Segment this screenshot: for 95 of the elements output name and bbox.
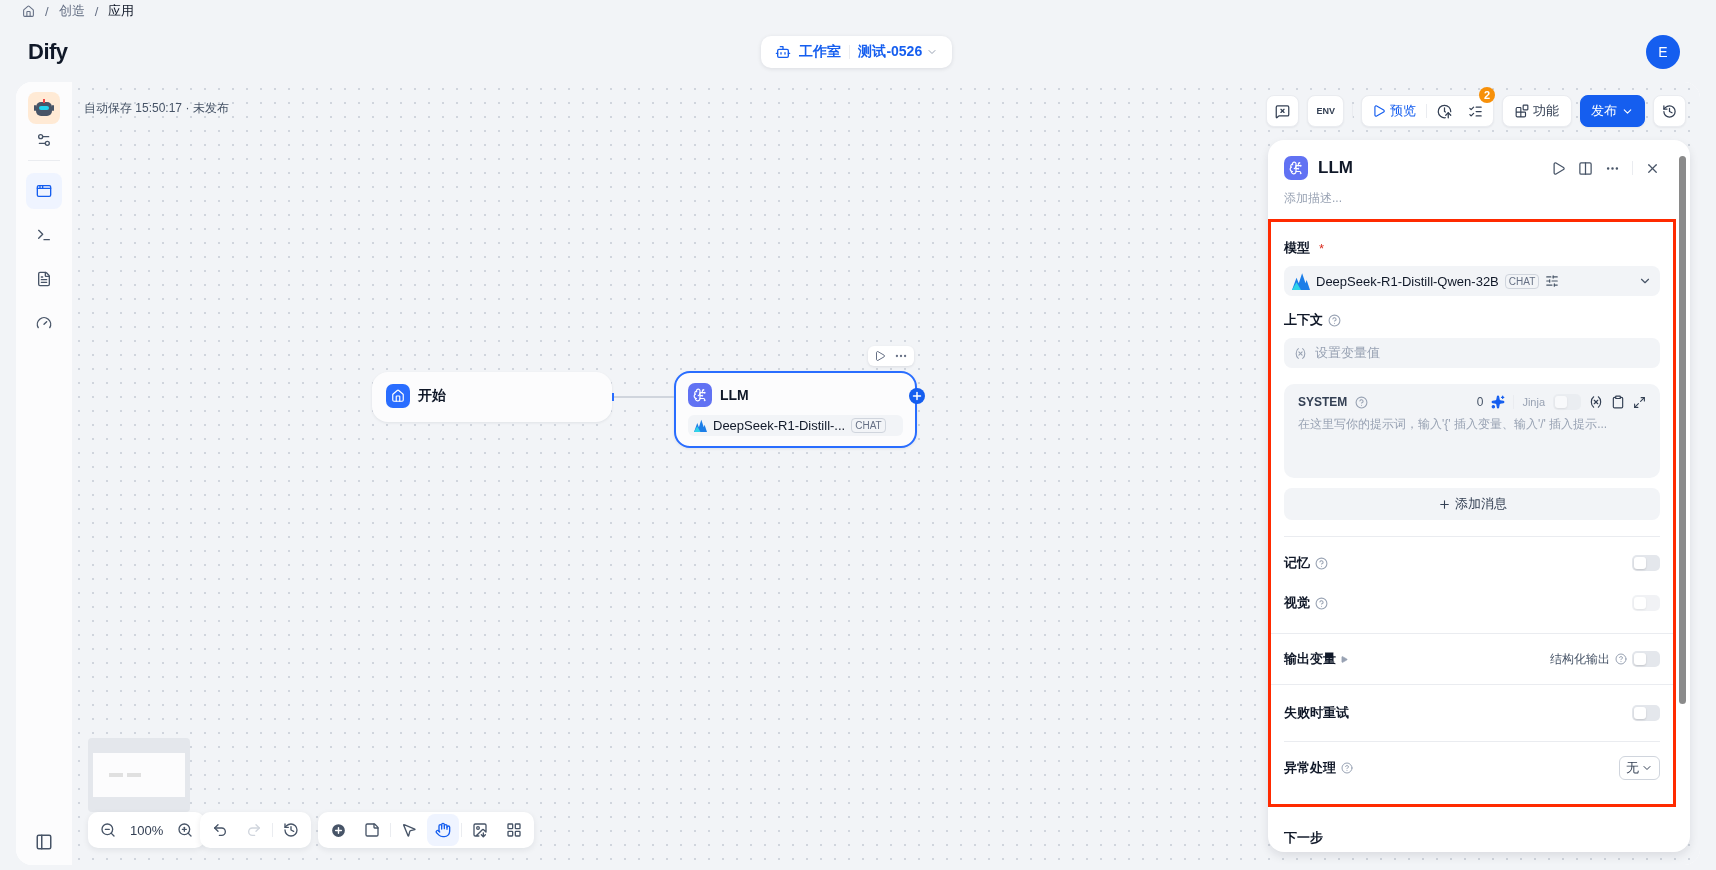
logo[interactable]: Dify bbox=[28, 39, 68, 65]
home-icon[interactable] bbox=[22, 4, 35, 18]
app-icon[interactable] bbox=[28, 92, 60, 124]
breadcrumb-separator: / bbox=[45, 3, 49, 19]
prompt-placeholder: 在这里写你的提示词，输入'{' 插入变量、输入'/' 插入提示... bbox=[1298, 416, 1609, 433]
autosave-status: 自动保存 15:50:17 · 未发布 bbox=[84, 100, 229, 117]
note-icon bbox=[364, 822, 380, 838]
breadcrumb-link[interactable]: 应用 bbox=[108, 2, 135, 20]
play-icon[interactable] bbox=[1551, 160, 1566, 176]
scrollbar[interactable] bbox=[1679, 156, 1686, 704]
plus-icon bbox=[911, 390, 923, 402]
robot-icon bbox=[775, 44, 792, 60]
prompt-editor[interactable]: SYSTEM 0 Jinja 在这里写你的提示词，输入'{' 插入变量、输入'/' 插入提示... bbox=[1284, 384, 1660, 478]
mountain-icon bbox=[1292, 272, 1310, 290]
required-mark: * bbox=[1319, 240, 1325, 256]
count-badge: 2 bbox=[1479, 87, 1495, 103]
document-icon bbox=[36, 271, 52, 287]
panel-title: LLM bbox=[1318, 158, 1354, 178]
brain-icon bbox=[688, 383, 712, 407]
variable-icon[interactable] bbox=[1589, 395, 1603, 409]
field-label: 失败时重试 bbox=[1284, 704, 1349, 722]
sliders-icon[interactable] bbox=[1545, 274, 1560, 288]
app-switcher[interactable]: 工作室 测试-0526 bbox=[761, 36, 953, 68]
play-icon[interactable] bbox=[874, 350, 886, 362]
message-icon bbox=[1275, 103, 1291, 119]
model-select[interactable]: DeepSeek-R1-Distill-Qwen-32B CHAT bbox=[1284, 266, 1660, 296]
start-node[interactable]: 开始 bbox=[372, 372, 612, 422]
structured-output-label: 结构化输出 bbox=[1550, 650, 1610, 668]
add-node-handle[interactable] bbox=[909, 388, 925, 404]
toggle-switch[interactable] bbox=[1632, 555, 1660, 571]
gauge-icon bbox=[36, 315, 52, 331]
field-label: 输出变量 bbox=[1284, 650, 1336, 668]
mountain-icon bbox=[694, 419, 707, 432]
hand-icon bbox=[435, 822, 451, 838]
breadcrumb-link[interactable]: 创造 bbox=[58, 2, 85, 20]
model-name: DeepSeek-R1-Distill-Qwen-32B bbox=[1316, 273, 1499, 289]
toggle-switch[interactable] bbox=[1553, 394, 1581, 410]
sidebar-toggle-icon[interactable] bbox=[35, 833, 53, 851]
sidebar-item[interactable] bbox=[26, 173, 62, 209]
placeholder-text: 设置变量值 bbox=[1315, 344, 1380, 362]
add-message-button[interactable]: 添加消息 bbox=[1284, 488, 1660, 520]
undo-icon bbox=[212, 822, 228, 838]
node-title: 开始 bbox=[418, 387, 446, 405]
settings-icon[interactable] bbox=[36, 132, 52, 148]
field-label: 记忆 bbox=[1284, 554, 1310, 572]
home-icon bbox=[386, 384, 410, 408]
zoom-out-icon bbox=[100, 822, 116, 838]
toggle-switch[interactable] bbox=[1632, 651, 1660, 667]
publish-button[interactable]: 发布 bbox=[1580, 95, 1645, 127]
zoom-level[interactable]: 100% bbox=[126, 822, 168, 838]
play-icon bbox=[1372, 104, 1386, 118]
checklist-icon bbox=[1468, 103, 1483, 119]
breadcrumb-separator: / bbox=[94, 3, 99, 19]
zoom-in-icon bbox=[177, 822, 194, 838]
field-label: 视觉 bbox=[1284, 594, 1310, 612]
field-label: 上下文 bbox=[1284, 311, 1323, 329]
error-handling-select[interactable]: 无 bbox=[1619, 756, 1660, 780]
variable-inspect-button[interactable] bbox=[1266, 95, 1300, 127]
plus-circle-icon bbox=[329, 821, 347, 839]
field-label: 模型 bbox=[1284, 239, 1310, 257]
history-icon bbox=[1662, 103, 1677, 119]
expand-arrow-icon[interactable] bbox=[1341, 655, 1348, 663]
image-icon bbox=[472, 822, 488, 838]
token-count: 0 bbox=[1476, 395, 1484, 409]
window-icon bbox=[36, 183, 52, 199]
jinja-label: Jinja bbox=[1522, 396, 1545, 408]
mode-tag: CHAT bbox=[851, 418, 886, 433]
section-title: 下一步 bbox=[1283, 829, 1324, 847]
variable-icon bbox=[1294, 346, 1307, 360]
llm-node[interactable]: LLM DeepSeek-R1-Distill-... CHAT bbox=[674, 371, 917, 448]
features-button[interactable]: 功能 bbox=[1502, 95, 1572, 127]
grid-icon bbox=[506, 822, 522, 838]
toggle-switch[interactable] bbox=[1632, 705, 1660, 721]
brain-icon bbox=[1284, 156, 1308, 180]
connection-handle[interactable] bbox=[612, 393, 614, 401]
role-label: SYSTEM bbox=[1298, 395, 1348, 409]
expand-icon[interactable] bbox=[1633, 395, 1646, 409]
history-icon bbox=[283, 822, 299, 838]
hand-mode-button[interactable] bbox=[427, 814, 459, 846]
env-button[interactable]: ENV bbox=[1307, 95, 1344, 127]
mode-tag: CHAT bbox=[1504, 273, 1540, 289]
redo-icon bbox=[246, 822, 262, 838]
pointer-icon bbox=[401, 822, 417, 838]
field-label: 异常处理 bbox=[1284, 759, 1336, 777]
model-name: DeepSeek-R1-Distill-... bbox=[713, 418, 846, 433]
sparkle-icon[interactable] bbox=[1491, 395, 1506, 409]
plus-icon bbox=[1437, 497, 1451, 511]
robot-icon bbox=[33, 97, 55, 119]
clipboard-icon[interactable] bbox=[1611, 395, 1625, 409]
history-button[interactable] bbox=[1653, 95, 1686, 127]
terminal-icon bbox=[36, 227, 52, 243]
node-title: LLM bbox=[720, 387, 749, 403]
clock-icon bbox=[1437, 103, 1452, 119]
blocks-icon bbox=[1515, 104, 1529, 118]
user-avatar[interactable]: E bbox=[1646, 35, 1680, 69]
